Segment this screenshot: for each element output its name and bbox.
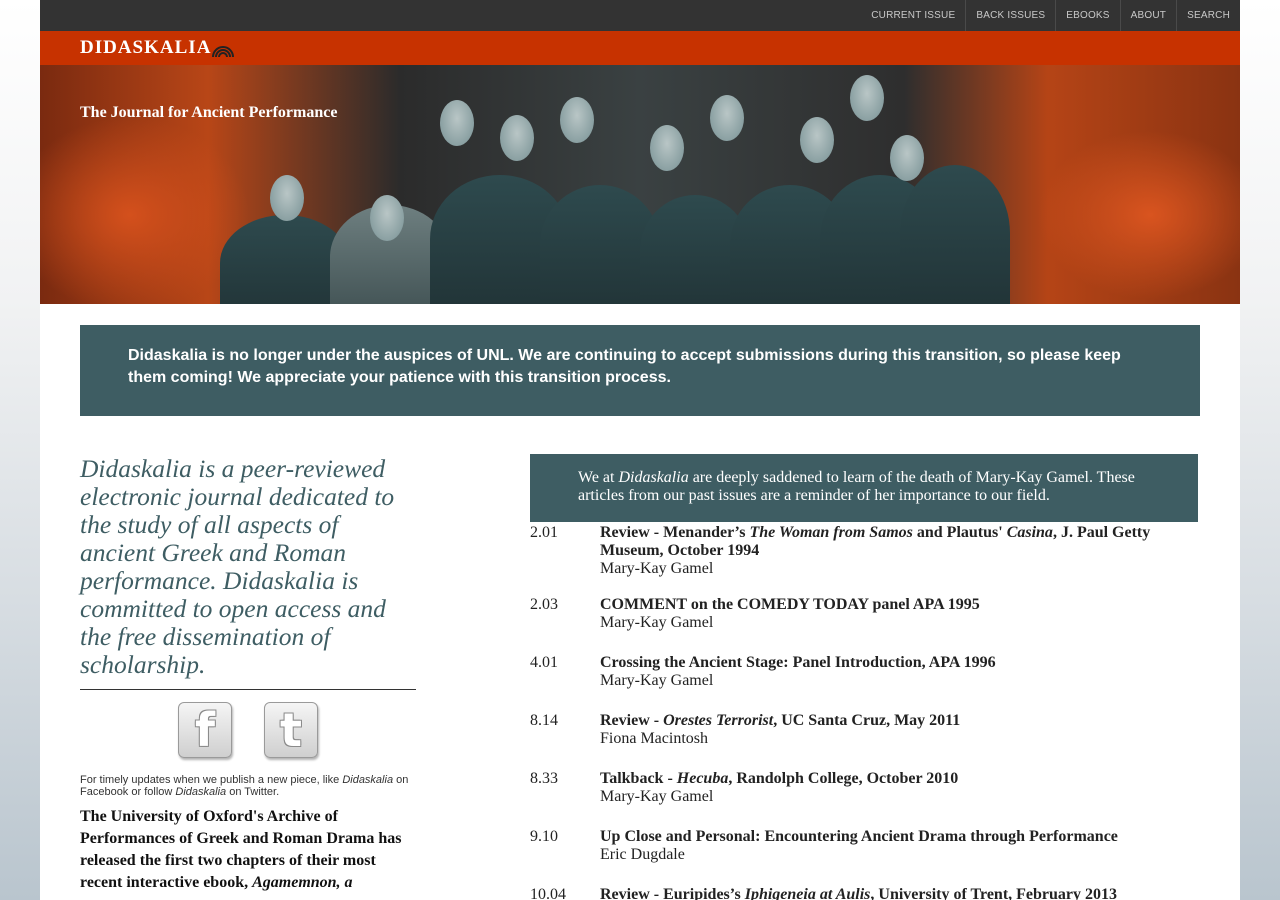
issue-number: 8.33: [530, 770, 558, 787]
article-body: Up Close and Personal: Encountering Anci…: [600, 828, 1198, 868]
article-author: Mary-Kay Gamel: [600, 614, 714, 631]
social-note: For timely updates when we publish a new…: [80, 774, 409, 798]
nav-about[interactable]: ABOUT: [1119, 0, 1176, 31]
article-title-link[interactable]: Talkback - Hecuba, Randolph College, Oct…: [600, 770, 1198, 788]
facebook-icon[interactable]: f: [178, 702, 232, 758]
article-list: 2.01 Review - Menander’s The Woman from S…: [530, 524, 1198, 900]
article-author: Eric Dugdale: [600, 846, 685, 863]
left-column: Didaskalia is a peer-reviewed electronic…: [80, 455, 416, 894]
article-body: Review - Menander’s The Woman from Samos…: [600, 524, 1198, 578]
issue-number: 4.01: [530, 654, 558, 671]
article-row: 9.10 Up Close and Personal: Encountering …: [530, 828, 1198, 868]
page: CURRENT ISSUE BACK ISSUES EBOOKS ABOUT S…: [40, 0, 1240, 900]
issue-number: 2.03: [530, 596, 558, 613]
article-row: 4.01 Crossing the Ancient Stage: Panel In…: [530, 654, 1198, 694]
article-title-link[interactable]: Up Close and Personal: Encountering Anci…: [600, 828, 1198, 846]
article-row: 8.33 Talkback - Hecuba, Randolph College,…: [530, 770, 1198, 810]
issue-number: 10.04: [530, 886, 566, 900]
nav-current-issue[interactable]: CURRENT ISSUE: [861, 0, 965, 31]
logo-text: DIDASKALIA: [80, 37, 212, 58]
memorial-box: We at Didaskalia are deeply saddened to …: [530, 454, 1198, 522]
article-title-link[interactable]: Review - Menander’s The Woman from Samos…: [600, 524, 1198, 560]
article-body: COMMENT on the COMEDY TODAY panel APA 19…: [600, 596, 1198, 636]
article-author: Mary-Kay Gamel: [600, 560, 714, 577]
article-body: Review - Euripides’s Iphigeneia at Aulis…: [600, 886, 1198, 900]
transition-notice: Didaskalia is no longer under the auspic…: [80, 325, 1200, 416]
article-row: 8.14 Review - Orestes Terrorist, UC Santa…: [530, 712, 1198, 752]
article-body: Talkback - Hecuba, Randolph College, Oct…: [600, 770, 1198, 810]
top-nav: CURRENT ISSUE BACK ISSUES EBOOKS ABOUT S…: [40, 0, 1240, 31]
article-title-link[interactable]: Crossing the Ancient Stage: Panel Introd…: [600, 654, 1198, 672]
article-author: Fiona Macintosh: [600, 730, 708, 747]
issue-number: 2.01: [530, 524, 558, 541]
nav-ebooks[interactable]: EBOOKS: [1055, 0, 1119, 31]
oxford-announcement: The University of Oxford's Archive of Pe…: [80, 808, 402, 891]
twitter-icon[interactable]: t: [264, 702, 318, 758]
site-logo[interactable]: DIDASKALIA: [80, 37, 235, 59]
issue-number: 8.14: [530, 712, 558, 729]
article-row: 2.03 COMMENT on the COMEDY TODAY panel AP…: [530, 596, 1198, 636]
article-row: 10.04 Review - Euripides’s Iphigeneia at …: [530, 886, 1198, 900]
nav-back-issues[interactable]: BACK ISSUES: [965, 0, 1055, 31]
article-body: Crossing the Ancient Stage: Panel Introd…: [600, 654, 1198, 694]
social-links: f t: [80, 702, 416, 758]
journal-tagline: The Journal for Ancient Performance: [80, 104, 338, 121]
article-author: Mary-Kay Gamel: [600, 788, 714, 805]
article-title-link[interactable]: COMMENT on the COMEDY TODAY panel APA 19…: [600, 596, 1198, 614]
brand-bar: DIDASKALIA: [40, 31, 1240, 65]
right-column: We at Didaskalia are deeply saddened to …: [530, 454, 1198, 900]
article-title-link[interactable]: Review - Euripides’s Iphigeneia at Aulis…: [600, 886, 1198, 900]
mission-statement: Didaskalia is a peer-reviewed electronic…: [80, 455, 416, 690]
article-author: Mary-Kay Gamel: [600, 672, 714, 689]
issue-number: 9.10: [530, 828, 558, 845]
article-row: 2.01 Review - Menander’s The Woman from S…: [530, 524, 1198, 578]
article-title-link[interactable]: Review - Orestes Terrorist, UC Santa Cru…: [600, 712, 1198, 730]
nav-search[interactable]: SEARCH: [1176, 0, 1240, 31]
hero-banner: The Journal for Ancient Performance: [40, 65, 1240, 304]
article-body: Review - Orestes Terrorist, UC Santa Cru…: [600, 712, 1198, 752]
theater-arc-icon: [212, 41, 235, 58]
